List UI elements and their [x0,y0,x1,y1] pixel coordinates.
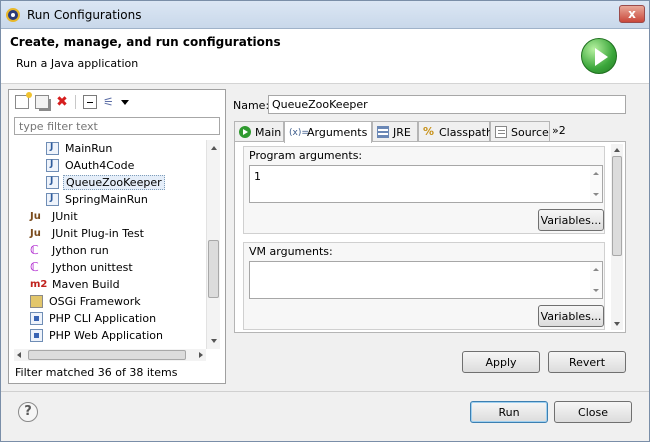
configuration-editor-panel: Name: Main (x)= Arguments JRE % Classpat… [230,89,636,384]
java-app-icon [46,142,59,155]
scroll-thumb[interactable] [208,240,219,298]
header-subtitle: Run a Java application [16,57,139,70]
delete-configuration-icon[interactable]: ✖ [55,95,69,109]
tree-item-osgi-framework[interactable]: OSGi Framework [30,293,143,310]
tree-vertical-scrollbar[interactable] [206,140,220,349]
tree-item-springmainrun[interactable]: SpringMainRun [46,191,150,208]
java-app-icon [46,193,59,206]
name-field[interactable] [268,95,626,114]
program-arguments-group: Program arguments: 1 Variables... [243,146,605,234]
footer-divider [1,391,649,392]
dialog-header: Create, manage, and run configurations R… [1,29,649,84]
tree-item-php-cli-application[interactable]: PHP CLI Application [30,310,158,327]
junit-plugin-icon: Ju [30,228,41,239]
tab-classpath[interactable]: % Classpath [418,121,493,142]
program-arguments-textarea[interactable]: 1 [249,165,603,203]
toolbar-divider [75,95,76,109]
scroll-down-arrow-icon[interactable] [593,193,599,196]
scroll-up-arrow-icon[interactable] [211,146,217,150]
tree-item-jython-unittest[interactable]: ℂ Jython unittest [30,259,135,276]
scroll-down-arrow-icon[interactable] [614,322,620,326]
run-button[interactable]: Run [470,401,548,423]
window-close-button[interactable]: x [619,5,645,23]
jre-icon [377,126,389,138]
scroll-thumb[interactable] [28,350,186,360]
tab-main[interactable]: Main [234,121,284,142]
tree-item-mainrun[interactable]: MainRun [46,140,114,157]
tree-item-jython-run[interactable]: ℂ Jython run [30,242,111,259]
program-arguments-value: 1 [254,170,261,183]
tab-jre[interactable]: JRE [372,121,418,142]
textarea-scrollbar[interactable] [590,262,602,298]
tree-item-maven-build[interactable]: m2 Maven Build [30,276,122,293]
program-variables-button[interactable]: Variables... [538,209,604,231]
scroll-down-arrow-icon[interactable] [593,289,599,292]
jython-unittest-icon: ℂ [30,260,39,274]
tabs-overflow-button[interactable]: »2 [552,124,566,137]
window-title: Run Configurations [27,8,142,22]
vm-arguments-textarea[interactable] [249,261,603,299]
java-app-icon [46,176,59,189]
arguments-icon: (x)= [289,127,309,138]
tab-source[interactable]: Source [490,121,550,142]
tree-item-oauth4code[interactable]: OAuth4Code [46,157,136,174]
scroll-left-arrow-icon[interactable] [17,352,21,358]
close-button[interactable]: Close [554,401,632,423]
scroll-right-arrow-icon[interactable] [199,352,203,358]
scroll-up-arrow-icon[interactable] [593,268,599,271]
classpath-icon: % [423,125,435,138]
filter-configurations-icon[interactable]: ⚟ [103,95,117,109]
main-tab-icon [239,126,251,138]
vm-arguments-group: VM arguments: Variables... [243,242,605,330]
configuration-tree: MainRun OAuth4Code QueueZooKeeper Spring… [14,140,206,349]
arguments-tab-content: Program arguments: 1 Variables... VM arg… [234,141,626,333]
header-title: Create, manage, and run configurations [10,35,281,49]
duplicate-configuration-icon[interactable] [35,95,49,109]
tree-horizontal-scrollbar[interactable] [14,349,206,361]
name-label: Name: [233,99,270,112]
apply-button[interactable]: Apply [462,351,540,373]
tab-content-scrollbar[interactable] [611,144,623,330]
source-icon [495,126,507,138]
tree-item-junit-plugin-test[interactable]: Ju JUnit Plug-in Test [30,225,146,242]
configuration-list-panel: ✖ ⚟ MainRun OAuth4Code QueueZooKeeper S [8,89,226,384]
scroll-up-arrow-icon[interactable] [614,148,620,152]
osgi-icon [30,295,43,308]
filter-status-text: Filter matched 36 of 38 items [15,366,178,379]
tree-item-junit[interactable]: Ju JUnit [30,208,80,225]
view-menu-chevron-down-icon[interactable] [121,100,129,105]
jython-icon: ℂ [30,243,39,257]
textarea-scrollbar[interactable] [590,166,602,202]
junit-icon: Ju [30,211,41,222]
java-app-icon [46,159,59,172]
program-arguments-label: Program arguments: [249,149,363,162]
help-icon[interactable]: ? [18,402,38,422]
eclipse-icon [6,8,20,22]
tree-item-queuezookeeper[interactable]: QueueZooKeeper [46,174,165,191]
tab-arguments[interactable]: (x)= Arguments [284,121,372,143]
run-icon [581,38,617,74]
php-web-icon [30,329,43,342]
config-tabs: Main (x)= Arguments JRE % Classpath Sour… [234,121,626,143]
php-icon [30,312,43,325]
scroll-down-arrow-icon[interactable] [211,339,217,343]
maven-icon: m2 [30,279,48,290]
vm-variables-button[interactable]: Variables... [538,305,604,327]
scroll-up-arrow-icon[interactable] [593,172,599,175]
vm-arguments-label: VM arguments: [249,245,333,258]
new-configuration-icon[interactable] [15,92,32,109]
config-toolbar: ✖ ⚟ [13,92,213,112]
scroll-thumb[interactable] [612,156,622,256]
filter-input[interactable] [14,117,220,135]
collapse-all-icon[interactable] [83,95,97,109]
run-configurations-dialog: Run Configurations x Create, manage, and… [0,0,650,442]
title-bar: Run Configurations x [1,1,649,29]
revert-button[interactable]: Revert [548,351,626,373]
tree-item-php-web-application[interactable]: PHP Web Application [30,327,165,344]
